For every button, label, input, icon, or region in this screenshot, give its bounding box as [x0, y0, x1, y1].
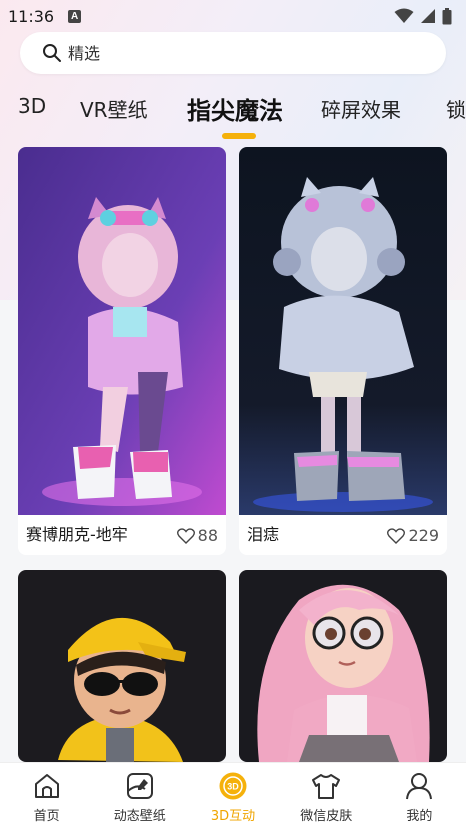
wallpaper-thumbnail[interactable] — [18, 570, 226, 762]
status-time: 11:36 — [8, 6, 55, 26]
battery-icon — [442, 7, 452, 24]
bottom-nav: 首页 动态壁纸 3D 3D互动 微信皮肤 我的 — [0, 762, 466, 828]
category-tabs: 3D VR壁纸 指尖魔法 碎屏效果 锁 — [0, 88, 466, 138]
wallpaper-card[interactable] — [18, 570, 226, 762]
wifi-icon — [394, 8, 414, 23]
svg-text:3D: 3D — [227, 782, 239, 792]
card-title: 赛博朋克-地牢 — [26, 525, 128, 544]
nav-label: 首页 — [33, 809, 60, 824]
wallpaper-icon — [126, 773, 153, 799]
wallpaper-thumbnail[interactable] — [239, 147, 447, 515]
tab-3d[interactable]: 3D — [18, 94, 46, 118]
tab-vr-wallpaper[interactable]: VR壁纸 — [80, 94, 148, 123]
tab-broken-screen[interactable]: 碎屏效果 — [321, 94, 401, 123]
card-title: 泪痣 — [247, 525, 280, 544]
nav-label: 微信皮肤 — [300, 809, 353, 824]
search-bar[interactable] — [20, 32, 446, 74]
active-tab-indicator — [222, 133, 256, 139]
signal-icon — [421, 9, 435, 23]
wallpaper-thumbnail[interactable] — [18, 147, 226, 515]
nav-profile[interactable]: 我的 — [373, 763, 466, 828]
like-button[interactable]: 88 — [176, 526, 218, 545]
shirt-icon — [312, 774, 341, 799]
notification-icon: A — [68, 9, 82, 23]
nav-label: 动态壁纸 — [113, 809, 166, 824]
wallpaper-thumbnail[interactable] — [239, 570, 447, 762]
status-icons — [394, 7, 452, 25]
3d-icon: 3D — [219, 772, 247, 800]
search-icon — [43, 44, 61, 62]
tab-fingertip-magic[interactable]: 指尖魔法 — [187, 91, 283, 126]
search-input[interactable] — [68, 43, 368, 63]
like-count: 229 — [408, 526, 439, 545]
like-button[interactable]: 229 — [387, 526, 439, 545]
nav-home[interactable]: 首页 — [0, 763, 93, 828]
heart-icon — [176, 527, 195, 544]
heart-icon — [387, 527, 406, 544]
like-count: 88 — [197, 526, 218, 545]
profile-icon — [406, 773, 433, 800]
nav-3d-interactive[interactable]: 3D 3D互动 — [186, 763, 279, 828]
nav-label: 我的 — [406, 809, 433, 824]
status-bar: 11:36 A — [0, 0, 466, 32]
nav-live-wallpaper[interactable]: 动态壁纸 — [93, 763, 186, 828]
home-icon — [34, 774, 59, 798]
wallpaper-card[interactable] — [239, 570, 447, 762]
tab-lock[interactable]: 锁 — [446, 94, 466, 123]
wallpaper-card[interactable]: 赛博朋克-地牢 88 — [18, 147, 226, 555]
nav-wechat-skin[interactable]: 微信皮肤 — [280, 763, 373, 828]
nav-label: 3D互动 — [210, 809, 256, 824]
wallpaper-card[interactable]: 泪痣 229 — [239, 147, 447, 555]
